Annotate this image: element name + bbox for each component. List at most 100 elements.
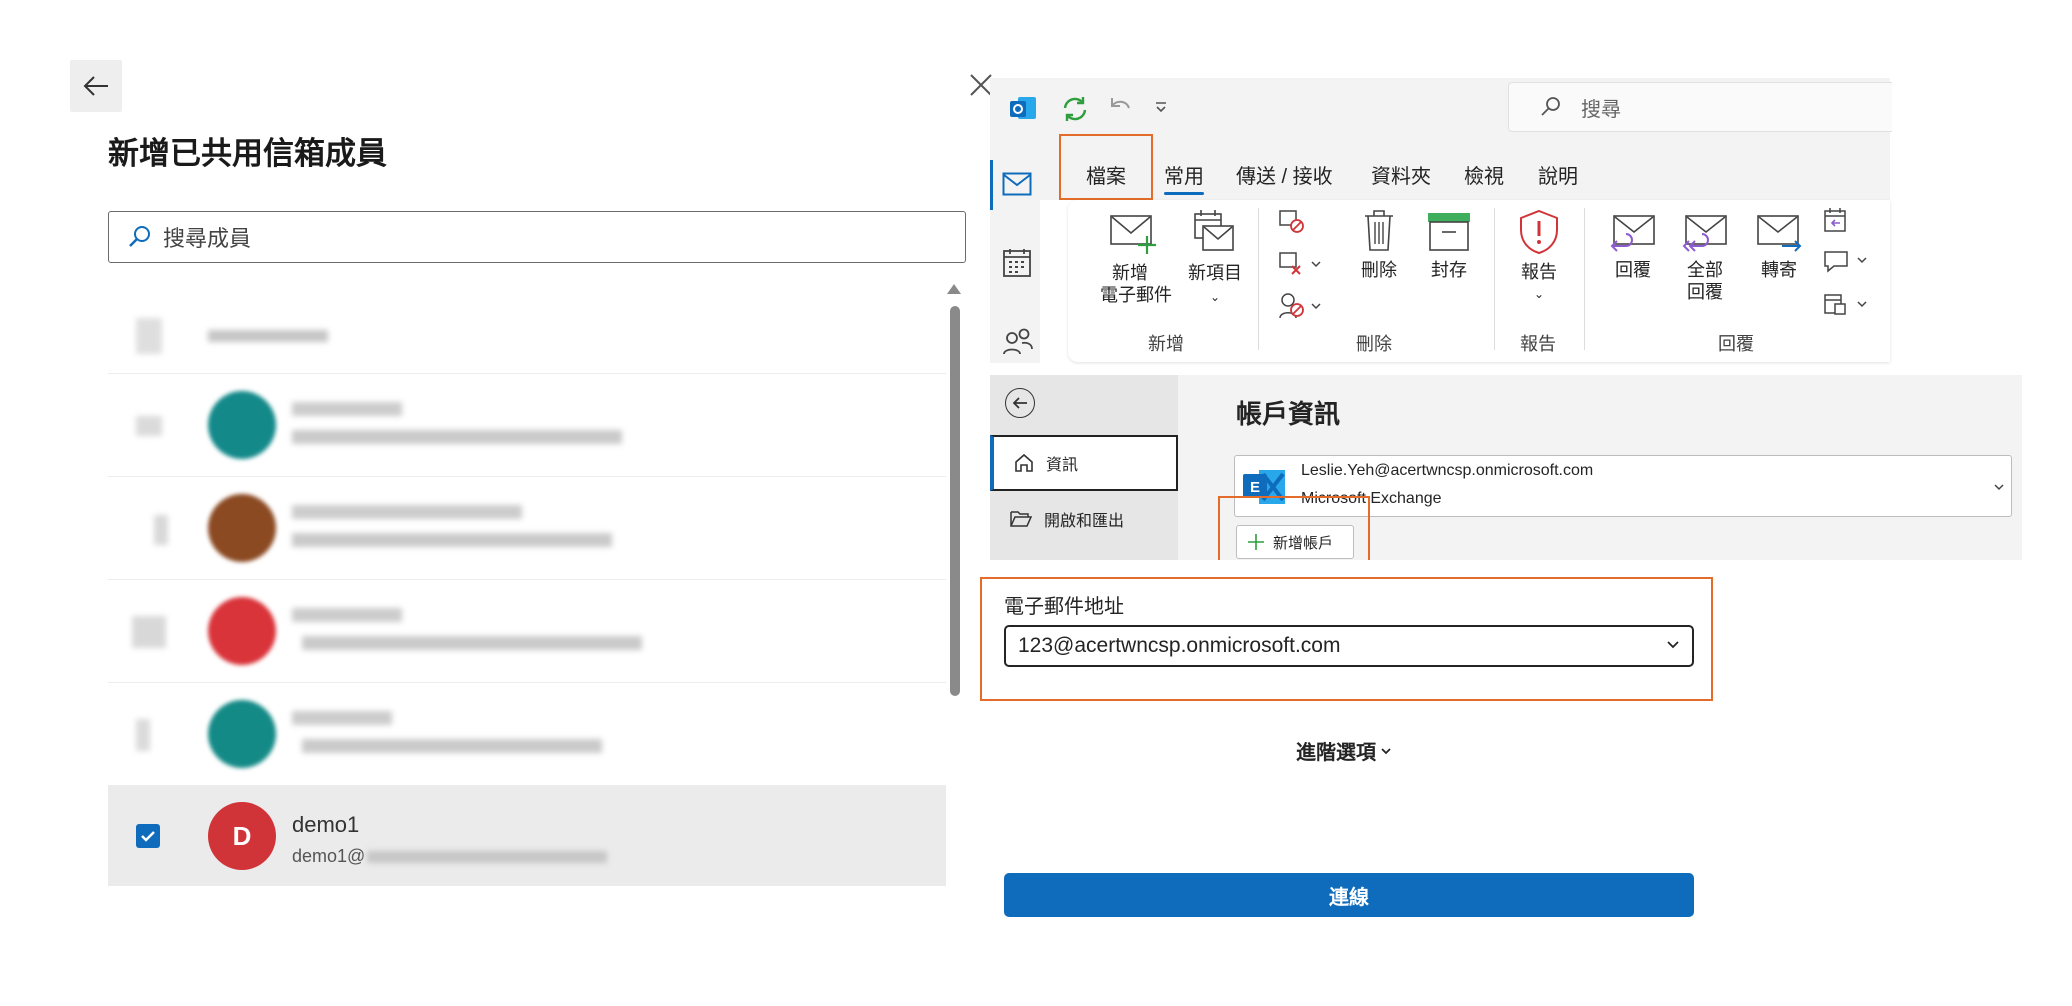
ribbon-separator xyxy=(1494,208,1495,350)
people-icon[interactable] xyxy=(1002,326,1034,356)
folder-open-icon xyxy=(1010,511,1032,527)
blurred-email xyxy=(302,739,602,753)
connect-button[interactable]: 連線 xyxy=(1004,873,1694,917)
blurred-name xyxy=(292,608,402,622)
list-item[interactable] xyxy=(108,374,946,477)
avatar xyxy=(208,494,276,562)
mail-icon[interactable] xyxy=(1002,172,1032,196)
ribbon-group-reply-label: 回覆 xyxy=(1718,334,1754,354)
backstage-item-info-label: 資訊 xyxy=(1046,457,1079,474)
ribbon-group-delete-label: 刪除 xyxy=(1356,334,1392,354)
blurred-checkbox xyxy=(136,416,162,436)
highlight-file-menu xyxy=(1059,134,1153,200)
blurred-checkbox xyxy=(154,515,168,545)
outlook-search-input[interactable]: 搜尋 xyxy=(1508,82,1892,132)
scrollbar-thumb[interactable] xyxy=(950,306,960,696)
search-icon xyxy=(129,226,150,247)
delete-button[interactable]: 刪除 xyxy=(1352,208,1406,281)
report-button[interactable]: 報告 ⌄ xyxy=(1512,208,1566,305)
reply-all-icon xyxy=(1682,215,1727,252)
back-button[interactable] xyxy=(70,60,122,112)
menu-home[interactable]: 常用 xyxy=(1164,160,1204,195)
forward-button[interactable]: 轉寄 xyxy=(1752,212,1806,281)
new-mail-icon xyxy=(1110,215,1156,254)
reply-all-label: 全部 回覆 xyxy=(1687,260,1723,302)
backstage-item-open-export-label: 開啟和匯出 xyxy=(1044,513,1125,530)
add-shared-mailbox-member-panel: 新增已共用信箱成員 搜尋成員 D demo1 demo1@ xyxy=(0,0,990,1006)
advanced-options-label: 進階選項 xyxy=(1296,742,1376,764)
avatar xyxy=(208,700,276,768)
blurred-checkbox xyxy=(132,616,166,648)
checkbox-checked-icon[interactable] xyxy=(136,824,160,848)
menu-view[interactable]: 檢視 xyxy=(1464,160,1504,189)
list-item[interactable] xyxy=(108,580,946,683)
new-email-button[interactable] xyxy=(1100,212,1164,261)
ribbon-group-new-label: 新增 xyxy=(1148,334,1184,354)
new-email-label: 新增 電子郵件 xyxy=(1100,263,1172,305)
nav-selected-indicator xyxy=(990,160,993,210)
list-item[interactable] xyxy=(108,683,946,786)
menu-folder[interactable]: 資料夾 xyxy=(1371,160,1431,189)
im-reply-icon[interactable] xyxy=(1822,248,1870,274)
blurred-email xyxy=(292,533,612,547)
outlook-logo-icon xyxy=(1010,97,1036,119)
more-respond-icon[interactable] xyxy=(1822,290,1870,318)
list-item[interactable] xyxy=(108,300,946,374)
outlook-search-placeholder: 搜尋 xyxy=(1581,98,1621,121)
new-item-button[interactable] xyxy=(1186,208,1242,261)
avatar xyxy=(208,597,276,665)
meeting-reply-icon[interactable] xyxy=(1822,206,1854,234)
reply-icon xyxy=(1610,215,1655,252)
highlight-add-account xyxy=(1218,496,1370,562)
blurred-checkbox xyxy=(136,719,150,751)
reply-button[interactable]: 回覆 xyxy=(1606,212,1660,281)
report-label: 報告 xyxy=(1521,262,1557,282)
member-email: demo1@ xyxy=(292,846,608,867)
archive-label: 封存 xyxy=(1431,260,1467,280)
backstage-item-open-export[interactable]: 開啟和匯出 xyxy=(990,491,1178,547)
menu-help[interactable]: 說明 xyxy=(1538,160,1578,189)
chevron-down-icon xyxy=(1994,484,2004,491)
undo-icon[interactable] xyxy=(1106,94,1134,122)
menu-send-receive[interactable]: 傳送 / 接收 xyxy=(1236,160,1333,189)
archive-button[interactable]: 封存 xyxy=(1420,210,1478,281)
reply-label: 回覆 xyxy=(1615,260,1651,280)
list-item[interactable] xyxy=(108,477,946,580)
page-title: 新增已共用信箱成員 xyxy=(108,136,387,171)
account-email: Leslie.Yeh@acertwncsp.onmicrosoft.com xyxy=(1301,462,1594,479)
blurred-name xyxy=(292,711,392,725)
member-name: demo1 xyxy=(292,812,360,837)
backstage-item-info[interactable]: 資訊 xyxy=(990,435,1178,491)
blurred-email xyxy=(302,636,642,650)
arrow-left-icon xyxy=(1012,397,1027,409)
trash-icon xyxy=(1365,210,1393,251)
avatar: D xyxy=(208,802,276,870)
ignore-icon[interactable] xyxy=(1278,208,1308,236)
advanced-options-toggle[interactable]: 進階選項 xyxy=(1296,736,1392,765)
home-icon xyxy=(1015,453,1033,472)
new-item-label: 新項目 ⌄ xyxy=(1188,263,1242,304)
junk-icon[interactable] xyxy=(1278,290,1324,322)
sync-icon[interactable] xyxy=(1060,94,1090,124)
avatar xyxy=(208,391,276,459)
reply-all-button[interactable]: 全部 回覆 xyxy=(1678,212,1732,303)
list-item-selected[interactable]: D demo1 demo1@ xyxy=(108,786,946,886)
delete-label: 刪除 xyxy=(1361,260,1397,280)
backstage-back-button[interactable] xyxy=(1005,388,1035,418)
account-info-title: 帳戶資訊 xyxy=(1236,399,1341,429)
calendar-icon[interactable] xyxy=(1002,248,1032,278)
quick-access-dropdown-icon[interactable] xyxy=(1154,100,1168,114)
blurred-email xyxy=(292,430,622,444)
search-placeholder: 搜尋成員 xyxy=(163,226,252,251)
member-search-input[interactable]: 搜尋成員 xyxy=(108,211,966,263)
ribbon-separator xyxy=(1258,208,1259,350)
cleanup-icon[interactable] xyxy=(1278,250,1324,278)
ribbon-separator xyxy=(1584,208,1585,350)
blurred-name xyxy=(208,330,328,342)
scroll-up-arrow[interactable] xyxy=(947,284,961,294)
archive-icon xyxy=(1428,213,1470,251)
shield-warning-icon xyxy=(1520,209,1558,255)
blurred-name xyxy=(292,402,402,416)
svg-text:E: E xyxy=(1250,479,1260,496)
blurred-name xyxy=(292,505,522,519)
